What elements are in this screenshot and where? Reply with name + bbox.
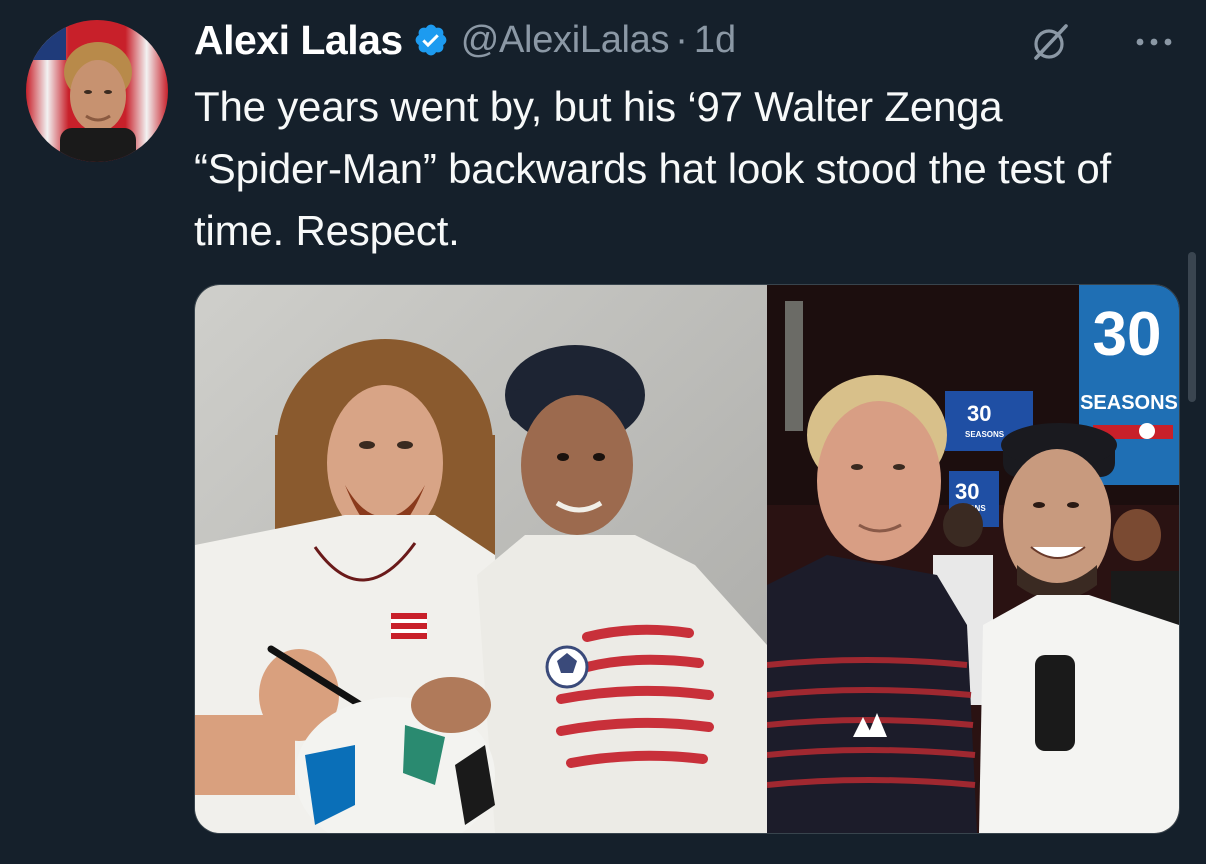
tweet-text: The years went by, but his ‘97 Walter Ze…: [194, 83, 1111, 254]
tweet-timestamp[interactable]: 1d: [694, 19, 736, 62]
avatar-image: [26, 20, 168, 162]
vintage-photo-image: [195, 285, 767, 833]
separator-dot: ·: [675, 18, 688, 61]
banner-label: SEASONS: [1080, 392, 1178, 414]
recent-photo-image: 30 SEASONS 30 SEASONS 30 SONS: [767, 285, 1179, 833]
screen-label-1: SEASONS: [965, 430, 1005, 439]
more-options-icon[interactable]: [1132, 24, 1176, 60]
user-handle[interactable]: @AlexiLalas: [461, 19, 670, 62]
tweet-header: Alexi Lalas @AlexiLalas · 1d: [194, 14, 1176, 66]
tweet-media[interactable]: 30 SEASONS 30 SEASONS 30 SONS: [194, 284, 1180, 834]
scrollbar[interactable]: [1188, 252, 1196, 402]
verified-badge-icon[interactable]: [413, 22, 449, 58]
display-name[interactable]: Alexi Lalas: [194, 17, 403, 64]
avatar[interactable]: [26, 20, 168, 162]
media-photo-right[interactable]: 30 SEASONS 30 SEASONS 30 SONS: [767, 285, 1179, 833]
banner-number: 30: [1093, 300, 1162, 369]
screen-number-2: 30: [955, 479, 979, 504]
media-photo-left[interactable]: [195, 285, 767, 833]
grok-icon[interactable]: [1028, 20, 1072, 64]
screen-number-1: 30: [967, 401, 991, 426]
